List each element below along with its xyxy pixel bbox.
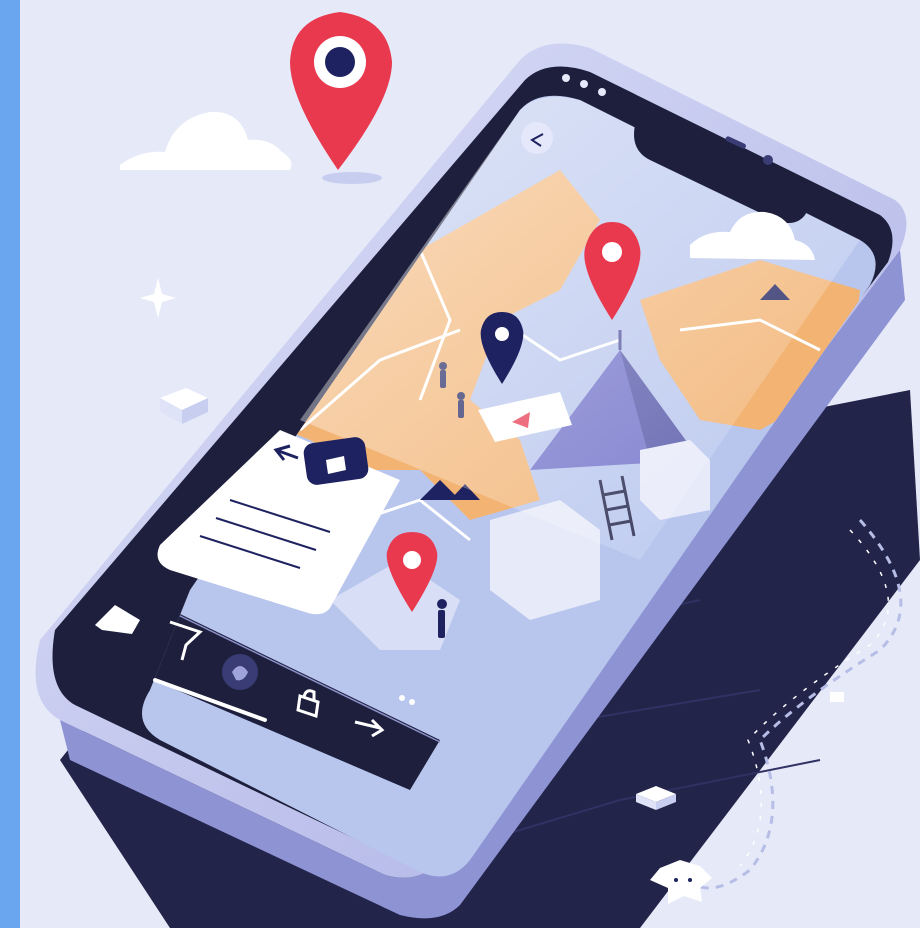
sparkle-icon [140,278,176,318]
phone-map-illustration [35,12,920,928]
tiny-cube [830,692,844,702]
cloud-left [120,111,292,170]
illustration-stage [0,0,920,928]
front-camera [763,155,773,165]
cube-left [160,388,208,424]
floating-map-pin [290,12,392,170]
pin-shadow [322,172,382,184]
